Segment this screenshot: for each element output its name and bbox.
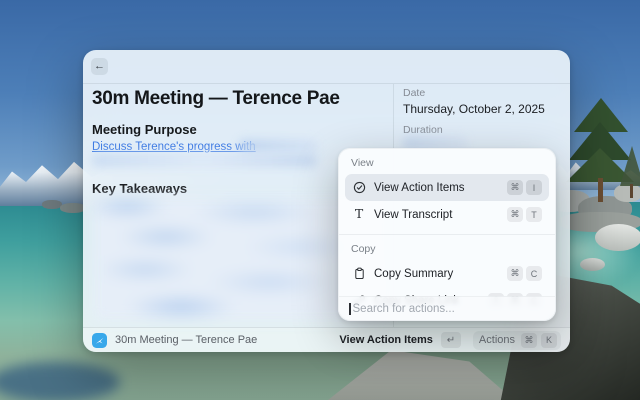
palette-item-label: View Action Items <box>374 181 465 194</box>
date-value: Thursday, October 2, 2025 <box>403 102 545 116</box>
actions-label: Actions <box>478 334 515 346</box>
command-key-badge: ⌘ <box>521 332 537 348</box>
command-palette: View View Action Items ⌘ I T View Transc… <box>338 148 556 321</box>
return-key-badge: ↵ <box>440 332 461 348</box>
check-circle-icon <box>352 181 366 195</box>
status-bar: 30m Meeting — Terence Pae View Action It… <box>83 327 570 352</box>
key-takeaways-heading: Key Takeaways <box>92 181 188 196</box>
page-title: 30m Meeting — Terence Pae <box>92 88 340 109</box>
shortcut-keys: ⌘ I <box>507 180 542 195</box>
clipboard-icon <box>352 267 366 281</box>
transcript-icon: T <box>354 206 364 222</box>
palette-item-copy-summary[interactable]: Copy Summary ⌘ C <box>345 260 549 287</box>
wallpaper-boulder <box>595 224 640 251</box>
date-label: Date <box>403 87 426 99</box>
desktop: ← 30m Meeting — Terence Pae Meeting Purp… <box>0 0 640 400</box>
palette-item-view-transcript[interactable]: T View Transcript ⌘ T <box>345 201 549 228</box>
back-button[interactable]: ← <box>91 58 108 75</box>
primary-action-label[interactable]: View Action Items <box>339 334 433 346</box>
statusbar-meeting-label: 30m Meeting — Terence Pae <box>115 334 258 346</box>
k-key-badge: K <box>541 332 557 348</box>
wallpaper-tree-trunk <box>630 184 633 198</box>
wallpaper-boulder <box>580 258 605 271</box>
palette-section-copy: Copy <box>351 243 376 255</box>
palette-item-label: Copy Summary <box>374 267 454 280</box>
shortcut-keys: ⌘ T <box>507 207 542 222</box>
meeting-purpose-heading: Meeting Purpose <box>92 122 197 137</box>
palette-item-label: View Transcript <box>374 208 453 221</box>
duration-label: Duration <box>403 124 443 136</box>
text-cursor <box>349 302 351 315</box>
palette-item-view-action-items[interactable]: View Action Items ⌘ I <box>345 174 549 201</box>
actions-shortcut-group[interactable]: Actions ⌘ K <box>472 330 561 350</box>
shortcut-keys: ⌘ C <box>507 266 542 281</box>
wallpaper-tree-trunk <box>598 178 603 202</box>
redacted-text <box>92 154 316 167</box>
meeting-purpose-link[interactable]: Discuss Terence's progress with <box>92 141 256 153</box>
wallpaper-rock <box>614 184 640 202</box>
redacted-text <box>239 140 317 152</box>
window-header: ← <box>83 50 570 84</box>
palette-search-input[interactable]: Search for actions... <box>339 296 555 320</box>
app-logo-icon <box>92 332 107 348</box>
wallpaper-deep-water-patch <box>0 362 120 400</box>
search-placeholder: Search for actions... <box>352 302 455 315</box>
wallpaper-rock <box>42 200 62 209</box>
palette-section-view: View <box>351 157 374 169</box>
